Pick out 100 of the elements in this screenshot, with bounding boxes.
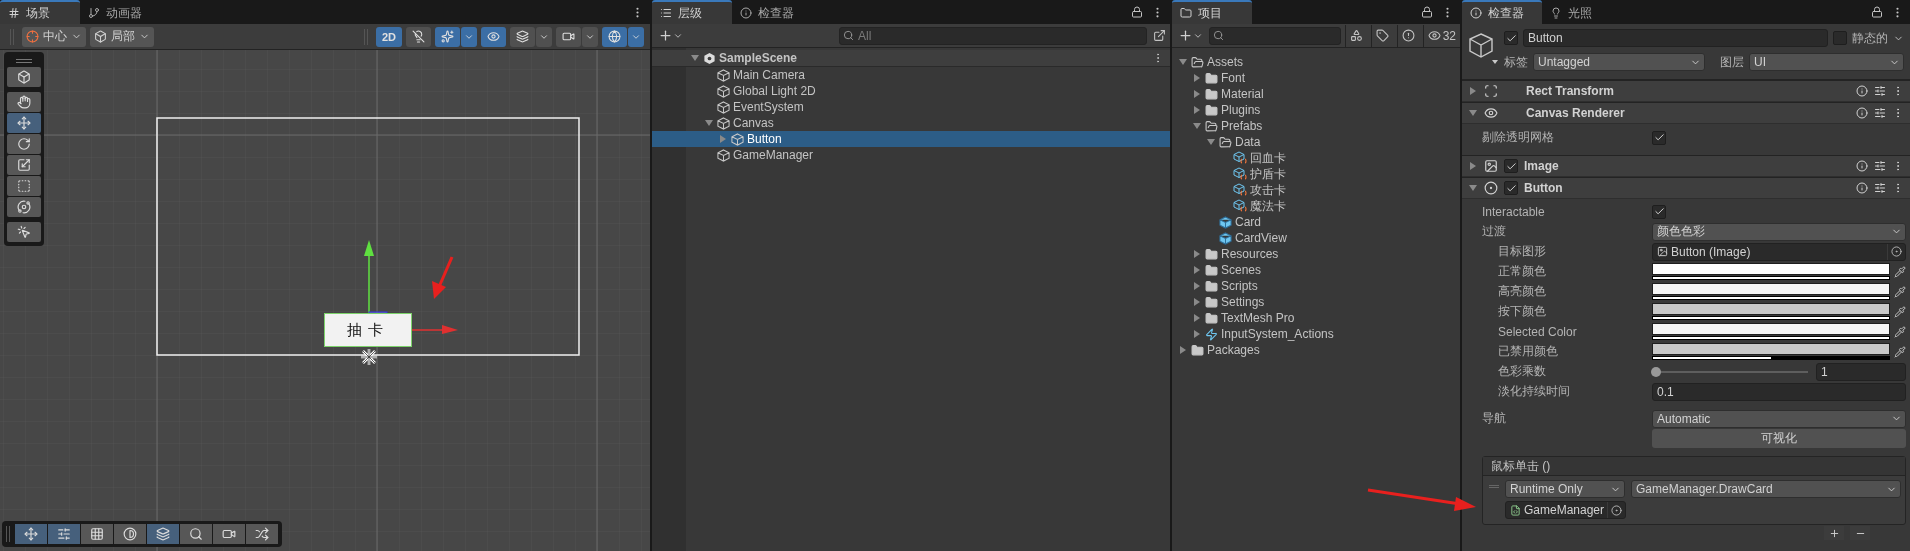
tree-item[interactable]: Assets — [1172, 54, 1460, 70]
disclosure-arrow-icon[interactable] — [1192, 121, 1202, 131]
tree-item[interactable]: Font — [1172, 70, 1460, 86]
tree-item[interactable]: Material — [1172, 86, 1460, 102]
panel-tab[interactable]: 检查器 — [732, 0, 812, 24]
disclosure-arrow-icon[interactable] — [704, 118, 714, 128]
disclosure-arrow-icon[interactable] — [1192, 105, 1202, 115]
tree-item[interactable]: Scripts — [1172, 278, 1460, 294]
scene-toggle-button[interactable] — [602, 26, 627, 47]
remove-button[interactable] — [1850, 526, 1870, 540]
disclosure-arrow-icon[interactable] — [1192, 297, 1202, 307]
overlay-tool-button[interactable] — [114, 524, 146, 544]
tree-item[interactable]: Main Camera — [652, 67, 1170, 83]
component-header[interactable]: Image — [1462, 155, 1910, 177]
component-header[interactable]: Button — [1462, 177, 1910, 199]
scene-toggle-button[interactable] — [435, 26, 460, 47]
disclosure-arrow-icon[interactable] — [1468, 108, 1478, 118]
tool-button[interactable] — [7, 155, 41, 175]
slider-thumb[interactable] — [1651, 366, 1661, 377]
component-header[interactable]: Canvas Renderer — [1462, 102, 1910, 124]
tree-item[interactable]: Global Light 2D — [652, 83, 1170, 99]
disclosure-arrow-icon[interactable] — [690, 53, 700, 63]
disclosure-arrow-icon[interactable] — [1178, 345, 1188, 355]
tree-item[interactable]: Packages — [1172, 342, 1460, 358]
tree-item[interactable]: Plugins — [1172, 102, 1460, 118]
layer-dropdown[interactable]: UI — [1749, 53, 1904, 71]
checkbox[interactable] — [1504, 159, 1518, 173]
tree-item[interactable]: SampleScene — [652, 50, 1170, 67]
panel-tab[interactable]: 光照 — [1542, 0, 1622, 24]
tree-item[interactable]: 攻击卡 — [1172, 182, 1460, 198]
checkbox[interactable] — [1652, 130, 1666, 145]
tree-item[interactable]: Data — [1172, 134, 1460, 150]
tree-item[interactable]: 护盾卡 — [1172, 166, 1460, 182]
checkbox[interactable] — [1652, 204, 1666, 219]
visualize-button[interactable]: 可视化 — [1652, 429, 1906, 448]
panel-tab[interactable]: 动画器 — [80, 0, 160, 24]
number-field[interactable]: 1 — [1816, 362, 1906, 381]
tool-button[interactable] — [7, 197, 41, 217]
tool-button[interactable] — [7, 176, 41, 196]
disclosure-arrow-icon[interactable] — [1192, 73, 1202, 83]
dropdown[interactable]: Automatic — [1652, 409, 1906, 428]
dropdown[interactable]: 颜色色彩 — [1652, 222, 1906, 241]
scene-toggle-button[interactable] — [406, 26, 431, 47]
tree-item[interactable]: 回血卡 — [1172, 150, 1460, 166]
tool-button[interactable] — [7, 222, 41, 242]
disclosure-arrow-icon[interactable] — [1468, 86, 1478, 96]
disclosure-arrow-icon[interactable] — [1206, 137, 1216, 147]
color-swatch[interactable] — [1652, 283, 1890, 295]
search-field[interactable]: All — [839, 26, 1147, 45]
name-field[interactable]: Button — [1523, 29, 1828, 47]
tool-button[interactable] — [7, 113, 41, 133]
disclosure-arrow-icon[interactable] — [1468, 161, 1478, 171]
panel-tab[interactable]: 层级 — [652, 0, 732, 24]
overlay-tool-button[interactable] — [15, 524, 47, 544]
tag-dropdown[interactable]: Untagged — [1533, 53, 1705, 71]
disclosure-arrow-icon[interactable] — [1192, 329, 1202, 339]
tree-item[interactable]: EventSystem — [652, 99, 1170, 115]
object-field[interactable]: Button (Image) — [1652, 242, 1906, 261]
drag-handle-icon[interactable] — [1489, 485, 1499, 488]
pivot-dropdown[interactable]: 中心 — [22, 26, 86, 47]
disclosure-arrow-icon[interactable] — [1178, 57, 1188, 67]
disclosure-arrow-icon[interactable] — [1192, 313, 1202, 323]
disclosure-arrow-icon[interactable] — [1192, 249, 1202, 259]
tree-item[interactable]: Button — [652, 131, 1170, 147]
disclosure-arrow-icon[interactable] — [1192, 281, 1202, 291]
panel-tab[interactable]: 项目 — [1172, 0, 1252, 24]
object-field[interactable]: GameManager — [1505, 501, 1627, 519]
picker-icon[interactable] — [1887, 243, 1905, 260]
tree-item[interactable]: GameManager — [652, 147, 1170, 163]
checkbox[interactable] — [1504, 31, 1518, 45]
tree-item[interactable]: Scenes — [1172, 262, 1460, 278]
tree-item[interactable]: InputSystem_Actions — [1172, 326, 1460, 342]
overlay-tool-button[interactable] — [180, 524, 212, 544]
disclosure-arrow-icon[interactable] — [1192, 89, 1202, 99]
checkbox[interactable] — [1504, 181, 1518, 195]
search-field[interactable] — [1209, 26, 1341, 45]
panel-tab[interactable]: 检查器 — [1462, 0, 1542, 24]
tree-item[interactable]: Canvas — [652, 115, 1170, 131]
checkbox[interactable] — [1833, 31, 1847, 45]
scene-toggle-button[interactable]: 2D — [375, 26, 402, 47]
tool-button[interactable] — [7, 67, 41, 87]
color-swatch[interactable] — [1652, 303, 1890, 315]
scene-toggle-button[interactable] — [510, 26, 535, 47]
tree-item[interactable]: 魔法卡 — [1172, 198, 1460, 214]
overlay-tool-button[interactable] — [213, 524, 245, 544]
number-field[interactable]: 0.1 — [1652, 382, 1906, 401]
tree-item[interactable]: Resources — [1172, 246, 1460, 262]
tree-item[interactable]: TextMesh Pro — [1172, 310, 1460, 326]
tree-item[interactable]: Settings — [1172, 294, 1460, 310]
tree-item[interactable]: Card — [1172, 214, 1460, 230]
tree-item[interactable]: Prefabs — [1172, 118, 1460, 134]
panel-tab[interactable]: 场景 — [0, 0, 80, 24]
overlay-tool-button[interactable] — [48, 524, 80, 544]
disclosure-arrow-icon[interactable] — [1468, 183, 1478, 193]
space-dropdown[interactable]: 局部 — [90, 26, 154, 47]
tree-item[interactable]: CardView — [1172, 230, 1460, 246]
color-swatch[interactable] — [1652, 263, 1890, 275]
component-header[interactable]: Rect Transform — [1462, 80, 1910, 102]
color-swatch[interactable] — [1652, 343, 1890, 355]
color-swatch[interactable] — [1652, 323, 1890, 335]
